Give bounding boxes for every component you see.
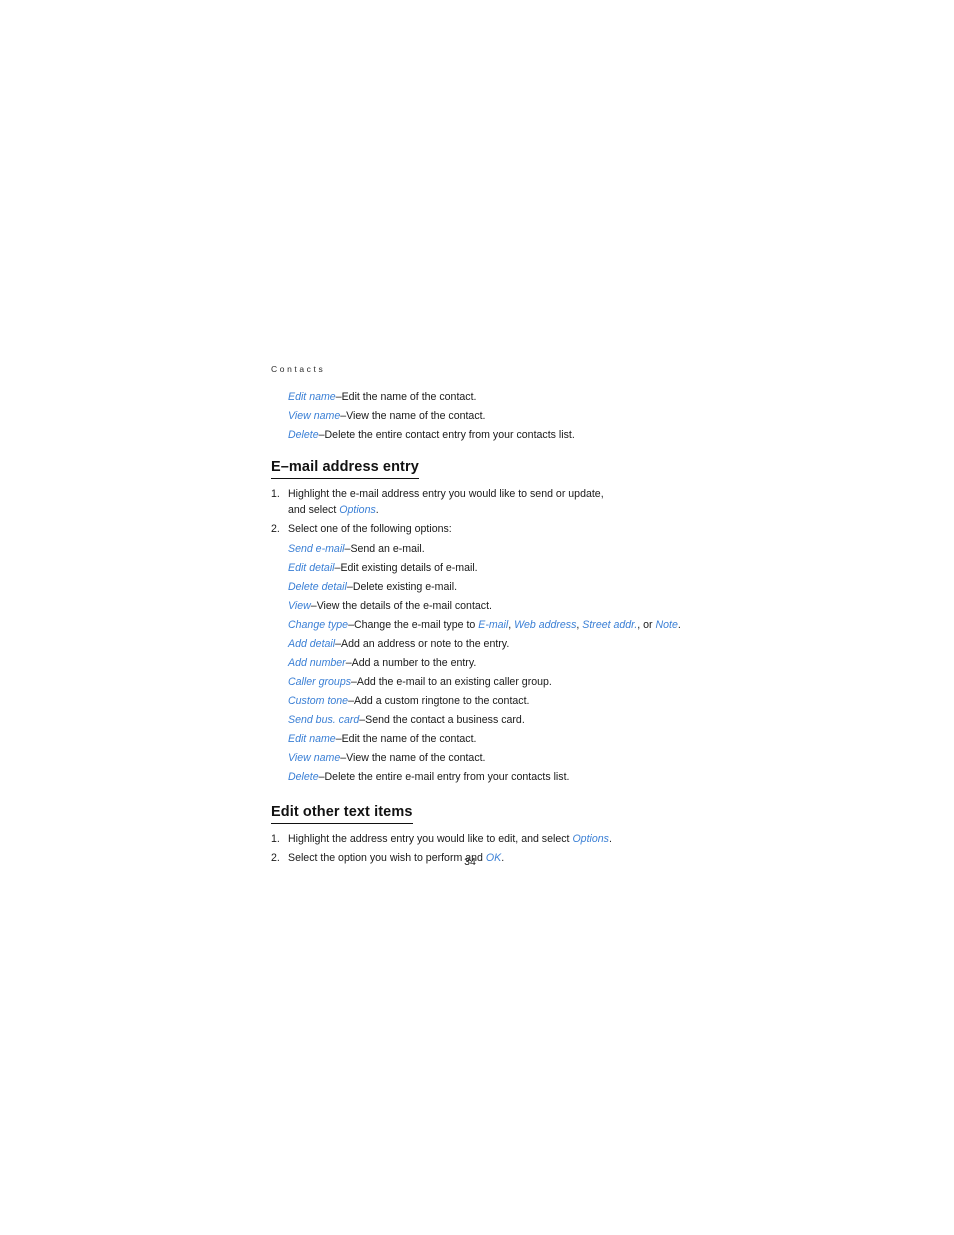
step-text-line2: and select Options. <box>288 502 701 518</box>
definition-term: Send e-mail <box>288 543 345 555</box>
step-number: 2. <box>271 523 280 535</box>
definition-term: Add detail <box>288 638 336 650</box>
definition-term: View name <box>288 752 341 764</box>
definition-term: Custom tone <box>288 695 349 707</box>
step-number: 1. <box>271 488 280 500</box>
definition-term: Delete <box>288 771 319 783</box>
definition-item: Delete detail–Delete existing e-mail. <box>288 578 701 597</box>
definition-term: Add number <box>288 657 346 669</box>
definition-description: Edit existing details of e-mail. <box>340 562 478 574</box>
heading-edit-other-text-items: Edit other text items <box>271 804 413 824</box>
option-conjunction: , or <box>637 619 656 631</box>
option-term-note: Note <box>655 619 678 631</box>
definition-item: Add detail–Add an address or note to the… <box>288 635 701 654</box>
definition-term: Edit detail <box>288 562 335 574</box>
manual-page: Contacts Edit name–Edit the name of the … <box>0 0 954 1235</box>
definition-item: Send e-mail–Send an e-mail. <box>288 540 701 559</box>
definition-term: Send bus. card <box>288 714 360 726</box>
definition-item: Edit name–Edit the name of the contact. <box>288 730 701 749</box>
definition-item: View name–View the name of the contact. <box>288 749 701 768</box>
definition-description: View the details of the e-mail contact. <box>316 600 492 612</box>
step-number: 1. <box>271 833 280 845</box>
definition-item: Caller groups–Add the e-mail to an exist… <box>288 673 701 692</box>
definition-item: View name–View the name of the contact. <box>288 407 701 426</box>
definition-description: Delete the entire e-mail entry from your… <box>324 771 570 783</box>
definition-description-prefix: Change the e-mail type to <box>353 619 479 631</box>
definition-item: Edit name–Edit the name of the contact. <box>288 388 701 407</box>
step-text-prefix: and select <box>288 504 340 516</box>
definition-description: Delete the entire contact entry from you… <box>324 429 575 441</box>
email-options-definition-list: Send e-mail–Send an e-mail. Edit detail–… <box>271 540 701 787</box>
definition-item: Delete–Delete the entire e-mail entry fr… <box>288 768 701 787</box>
heading-email-address-entry: E–mail address entry <box>271 459 419 479</box>
heading-edit-other-text-items-wrap: Edit other text items <box>271 803 701 824</box>
step-item: 1. Highlight the e-mail address entry yo… <box>271 486 701 518</box>
definition-item: View–View the details of the e-mail cont… <box>288 597 701 616</box>
step-text-line1: Highlight the e-mail address entry you w… <box>288 488 604 500</box>
page-number: 34 <box>464 856 476 868</box>
email-steps-list: 1. Highlight the e-mail address entry yo… <box>271 486 701 537</box>
page-footer: 34 <box>0 856 954 868</box>
definition-description: View the name of the contact. <box>346 752 486 764</box>
option-term-web-address: Web address <box>514 619 577 631</box>
intro-definition-list: Edit name–Edit the name of the contact. … <box>271 388 701 445</box>
definition-term: Change type <box>288 619 349 631</box>
definition-description: Add a number to the entry. <box>351 657 477 669</box>
definition-description: Edit the name of the contact. <box>341 733 477 745</box>
definition-item: Send bus. card–Send the contact a busine… <box>288 711 701 730</box>
definition-description: Add an address or note to the entry. <box>341 638 510 650</box>
definition-item: Delete–Delete the entire contact entry f… <box>288 426 701 445</box>
definition-term: Edit name <box>288 391 336 403</box>
option-term-email: E-mail <box>478 619 509 631</box>
option-period: . <box>677 619 681 631</box>
definition-item: Edit detail–Edit existing details of e-m… <box>288 559 701 578</box>
step-term-options: Options <box>339 504 376 516</box>
definition-description: Send an e-mail. <box>350 543 425 555</box>
definition-description: Add a custom ringtone to the contact. <box>353 695 530 707</box>
definition-term: View name <box>288 410 341 422</box>
running-header-contacts: Contacts <box>271 364 326 374</box>
step-item: 1. Highlight the address entry you would… <box>271 831 701 847</box>
step-text: Highlight the address entry you would li… <box>288 831 701 847</box>
definition-description: Delete existing e-mail. <box>352 581 458 593</box>
definition-description: View the name of the contact. <box>346 410 486 422</box>
definition-description: Edit the name of the contact. <box>341 391 477 403</box>
step-term-options: Options <box>572 833 609 845</box>
heading-email-address-entry-wrap: E–mail address entry <box>271 458 701 479</box>
definition-item: Custom tone–Add a custom ringtone to the… <box>288 692 701 711</box>
option-term-street-addr: Street addr. <box>582 619 638 631</box>
definition-term: View <box>288 600 311 612</box>
page-content: Edit name–Edit the name of the contact. … <box>271 388 701 866</box>
definition-description: Add the e-mail to an existing caller gro… <box>356 676 552 688</box>
step-text-prefix: Highlight the address entry you would li… <box>288 833 573 845</box>
definition-description: Send the contact a business card. <box>365 714 525 726</box>
step-text-suffix: . <box>608 833 612 845</box>
definition-item: Add number–Add a number to the entry. <box>288 654 701 673</box>
step-text-suffix: . <box>375 504 379 516</box>
definition-term: Edit name <box>288 733 336 745</box>
definition-term: Caller groups <box>288 676 352 688</box>
definition-item-change-type: Change type–Change the e-mail type to E-… <box>288 616 701 635</box>
definition-term: Delete detail <box>288 581 347 593</box>
step-item: 2. Select one of the following options: <box>271 521 701 537</box>
definition-term: Delete <box>288 429 319 441</box>
step-text-line1: Select one of the following options: <box>288 523 452 535</box>
